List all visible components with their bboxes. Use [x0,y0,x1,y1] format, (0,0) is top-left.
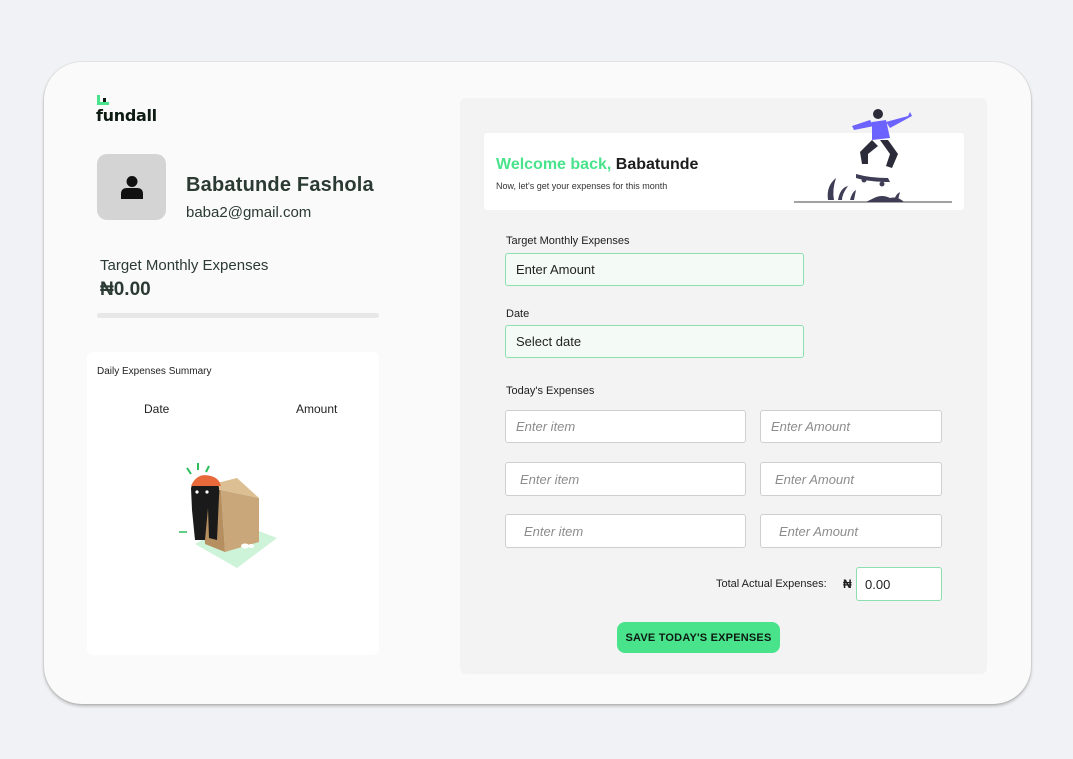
fundall-logo-mark [97,95,109,105]
skater-illustration [794,109,952,203]
welcome-greeting: Welcome back, [496,156,612,173]
target-monthly-value: ₦0.00 [100,279,151,300]
summary-title: Daily Expenses Summary [97,366,212,377]
brand-name: fundall [96,106,157,125]
summary-column-date: Date [144,402,170,416]
expense-amount-input-3[interactable] [760,514,942,548]
daily-expenses-summary: Daily Expenses Summary Date Amount [87,352,379,655]
user-name: Babatunde Fashola [186,174,374,196]
date-input[interactable] [505,325,804,358]
expense-amount-input-2[interactable] [760,462,942,496]
welcome-title: Welcome back, Babatunde [496,156,698,174]
expense-item-input-3[interactable] [505,514,746,548]
save-expenses-button[interactable]: SAVE TODAY'S EXPENSES [617,622,780,653]
total-expenses-input[interactable] [856,567,942,601]
total-expenses-label: Total Actual Expenses: [716,578,827,590]
user-email: baba2@gmail.com [186,204,312,221]
target-amount-input[interactable] [505,253,804,286]
summary-column-amount: Amount [296,402,338,416]
date-field-label: Date [506,308,530,320]
user-icon [120,176,143,199]
empty-box-illustration [179,463,277,568]
avatar[interactable] [97,154,166,220]
expense-item-input-2[interactable] [505,462,746,496]
target-monthly-field-label: Target Monthly Expenses [506,235,630,247]
expense-amount-input-1[interactable] [760,410,942,443]
expense-item-input-1[interactable] [505,410,746,443]
welcome-subtitle: Now, let's get your expenses for this mo… [496,181,668,191]
todays-expenses-label: Today's Expenses [506,385,595,397]
fundall-logo: fundall [96,95,166,125]
welcome-name: Babatunde [615,156,699,173]
currency-symbol: ₦ [843,577,852,591]
target-progress-bar [97,313,379,318]
target-monthly-label: Target Monthly Expenses [100,257,269,274]
